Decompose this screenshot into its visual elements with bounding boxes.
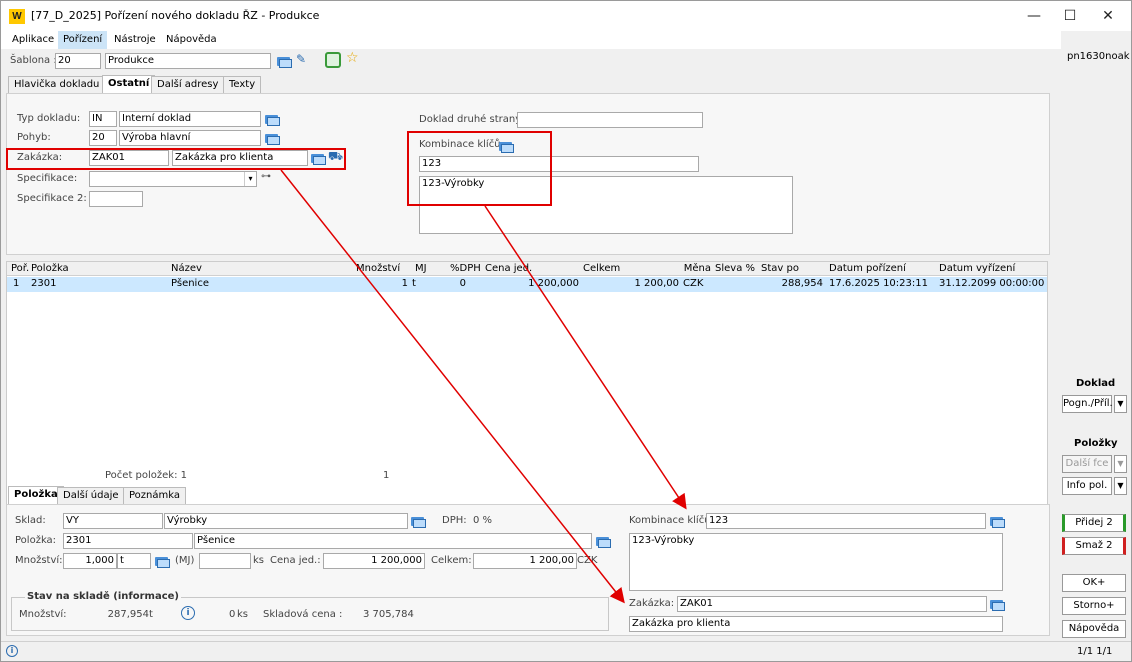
arrow-to-item-order xyxy=(280,169,625,604)
application-window: W [77_D_2025] Pořízení nového dokladu ŘZ… xyxy=(0,0,1132,662)
annotation-arrows xyxy=(280,169,687,604)
arrow-to-item-key-combo xyxy=(484,205,687,510)
